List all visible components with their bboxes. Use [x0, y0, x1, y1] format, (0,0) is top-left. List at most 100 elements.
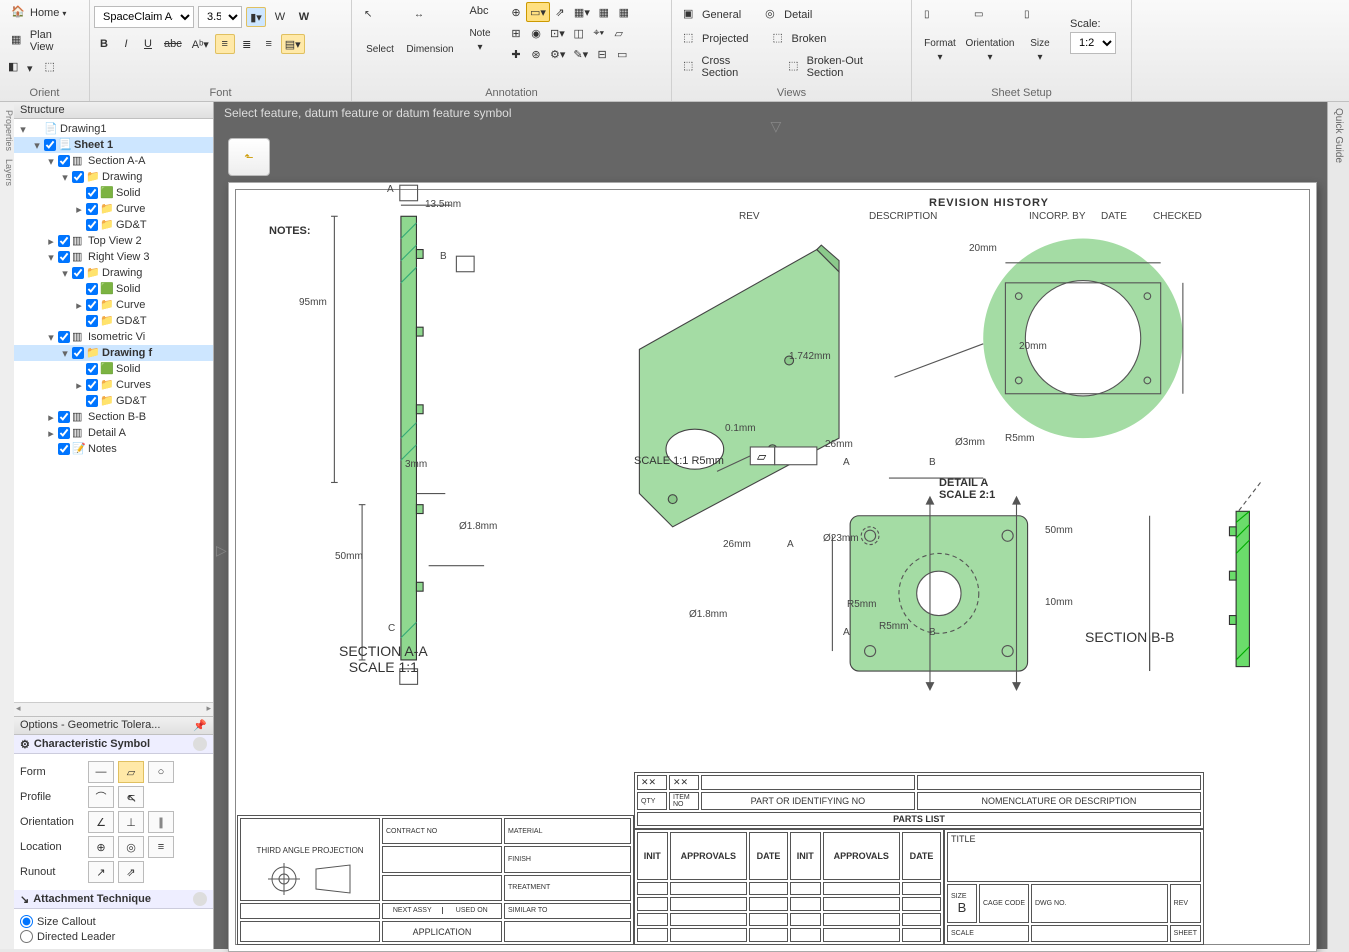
- layers-tab[interactable]: Layers: [0, 157, 14, 188]
- parallelism-button[interactable]: ∥: [148, 811, 174, 833]
- ann-d5[interactable]: ⊟: [592, 44, 612, 64]
- font-w2[interactable]: W: [294, 7, 314, 27]
- tree-checkbox[interactable]: [58, 331, 70, 343]
- expand-icon[interactable]: ▾: [18, 123, 28, 136]
- tree-item[interactable]: 🟩Solid: [14, 185, 213, 201]
- broken-out-button[interactable]: ⬚Broken-Out Section: [781, 52, 907, 82]
- tree-checkbox[interactable]: [44, 139, 56, 151]
- select-tool-button[interactable]: ↖Select: [356, 2, 404, 62]
- dimension-tool-button[interactable]: ↔Dimension: [406, 2, 454, 62]
- tree-item[interactable]: ▾▥Section A-A: [14, 153, 213, 169]
- tree-checkbox[interactable]: [58, 411, 70, 423]
- ann-b3[interactable]: ⇗: [550, 2, 570, 22]
- gdt-button[interactable]: ▭▾: [526, 2, 550, 22]
- perpendicularity-button[interactable]: ⊥: [118, 811, 144, 833]
- tree-checkbox[interactable]: [86, 203, 98, 215]
- ann-b4[interactable]: ▦▾: [570, 2, 594, 22]
- circularity-button[interactable]: ○: [148, 761, 174, 783]
- circular-runout-button[interactable]: ↗: [88, 861, 114, 883]
- tree-checkbox[interactable]: [72, 267, 84, 279]
- general-view-button[interactable]: ▣General: [676, 4, 748, 26]
- note-abc-button[interactable]: Abc: [456, 2, 502, 20]
- size-callout-radio[interactable]: Size Callout: [20, 915, 207, 928]
- expand-icon[interactable]: ▸: [46, 411, 56, 424]
- tree-item[interactable]: ▸📁Curve: [14, 201, 213, 217]
- tree-item[interactable]: ▾📃Sheet 1: [14, 137, 213, 153]
- tree-checkbox[interactable]: [58, 443, 70, 455]
- tree-item[interactable]: ▸📁Curves: [14, 377, 213, 393]
- note-tool-button[interactable]: Note▾: [456, 20, 504, 60]
- tree-checkbox[interactable]: [86, 187, 98, 199]
- plan-view-button[interactable]: ▦ Plan View: [4, 26, 85, 56]
- structure-tree[interactable]: ▾📄Drawing1▾📃Sheet 1▾▥Section A-A▾📁Drawin…: [14, 119, 213, 702]
- ann-c6[interactable]: ▱: [609, 23, 629, 43]
- tree-checkbox[interactable]: [72, 171, 84, 183]
- align-right-button[interactable]: ≡: [259, 34, 279, 54]
- expand-icon[interactable]: ▸: [74, 203, 84, 216]
- ann-d4[interactable]: ✎▾: [569, 44, 592, 64]
- ann-c3[interactable]: ⊡▾: [546, 23, 569, 43]
- ann-d3[interactable]: ⚙▾: [546, 44, 569, 64]
- ann-c2[interactable]: ◉: [526, 23, 546, 43]
- tree-item[interactable]: ▸▥Detail A: [14, 425, 213, 441]
- expand-icon[interactable]: ▸: [74, 379, 84, 392]
- font-size-select[interactable]: 3.5: [198, 6, 242, 28]
- directed-leader-radio[interactable]: Directed Leader: [20, 930, 207, 943]
- tree-checkbox[interactable]: [86, 219, 98, 231]
- profile-surface-button[interactable]: ⊂↖: [118, 786, 144, 808]
- tree-hscroll[interactable]: ◂▸: [14, 702, 213, 716]
- expand-icon[interactable]: ▸: [46, 427, 56, 440]
- tree-item[interactable]: ▾📁Drawing: [14, 265, 213, 281]
- ann-d2[interactable]: ⊛: [526, 44, 546, 64]
- tree-item[interactable]: 📝Notes: [14, 441, 213, 457]
- tree-item[interactable]: 📁GD&T: [14, 217, 213, 233]
- font-color-button[interactable]: ▮▾: [246, 7, 266, 27]
- total-runout-button[interactable]: ⇗: [118, 861, 144, 883]
- tree-item[interactable]: 🟩Solid: [14, 281, 213, 297]
- expand-icon[interactable]: ▾: [32, 139, 42, 152]
- concentricity-button[interactable]: ◎: [118, 836, 144, 858]
- expand-icon[interactable]: ▾: [60, 171, 70, 184]
- tree-checkbox[interactable]: [86, 363, 98, 375]
- ann-c4[interactable]: ◫: [569, 23, 589, 43]
- angularity-button[interactable]: ∠: [88, 811, 114, 833]
- tree-checkbox[interactable]: [86, 299, 98, 311]
- bold-button[interactable]: B: [94, 34, 114, 54]
- expand-icon[interactable]: ▾: [46, 251, 56, 264]
- tree-item[interactable]: 📁GD&T: [14, 393, 213, 409]
- tree-item[interactable]: ▸▥Top View 2: [14, 233, 213, 249]
- script-button[interactable]: Aᵇ▾: [188, 34, 213, 54]
- broken-view-button[interactable]: ⬚Broken: [765, 28, 833, 50]
- scale-select[interactable]: 1:2: [1070, 32, 1116, 54]
- expand-icon[interactable]: ▾: [46, 155, 56, 168]
- ann-b1[interactable]: ⊕: [506, 2, 526, 22]
- profile-line-button[interactable]: ⌒: [88, 786, 114, 808]
- expand-icon[interactable]: ▾: [60, 267, 70, 280]
- tree-item[interactable]: ▾▥Right View 3: [14, 249, 213, 265]
- ann-d1[interactable]: ✚: [506, 44, 526, 64]
- align-left-button[interactable]: ≡: [215, 34, 235, 54]
- tree-checkbox[interactable]: [86, 395, 98, 407]
- home-button[interactable]: 🏠 Home ▾: [4, 2, 73, 24]
- flatness-button[interactable]: ▱: [118, 761, 144, 783]
- expand-icon[interactable]: ▸: [74, 299, 84, 312]
- tree-item[interactable]: ▸▥Section B-B: [14, 409, 213, 425]
- size-button[interactable]: ▯Size▾: [1016, 6, 1064, 66]
- detail-view-button[interactable]: ◎Detail: [758, 4, 819, 26]
- font-family-select[interactable]: SpaceClaim AS: [94, 6, 194, 28]
- font-w1[interactable]: W: [270, 7, 290, 27]
- ann-b6[interactable]: ▦: [614, 2, 634, 22]
- expand-icon[interactable]: ▸: [46, 235, 56, 248]
- tree-checkbox[interactable]: [58, 235, 70, 247]
- orient-btn-2[interactable]: ⬚: [41, 58, 65, 78]
- quick-guide-tab[interactable]: Quick Guide: [1327, 102, 1349, 949]
- tree-item[interactable]: ▾▥Isometric Vi: [14, 329, 213, 345]
- tree-item[interactable]: 🟩Solid: [14, 361, 213, 377]
- format-button[interactable]: ▯Format▾: [916, 6, 964, 66]
- symmetry-button[interactable]: ≡: [148, 836, 174, 858]
- ann-b5[interactable]: ▦: [594, 2, 614, 22]
- highlight-button[interactable]: ▤▾: [281, 34, 305, 54]
- tree-item[interactable]: 📁GD&T: [14, 313, 213, 329]
- expand-icon[interactable]: ▾: [60, 347, 70, 360]
- strike-button[interactable]: abc: [160, 34, 186, 54]
